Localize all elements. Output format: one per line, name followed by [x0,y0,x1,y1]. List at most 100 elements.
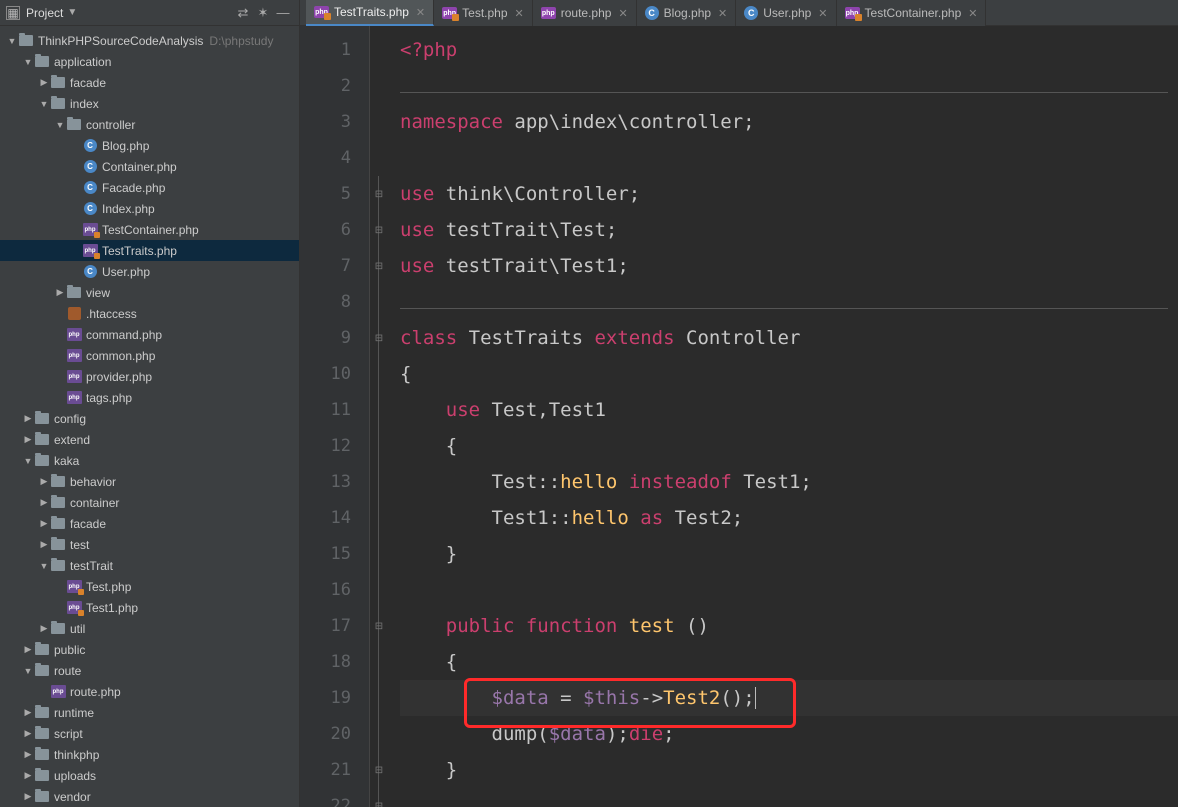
tree-item[interactable]: ▼kaka [0,450,299,471]
tree-item[interactable]: phpTestTraits.php [0,240,299,261]
fold-toggle-icon[interactable]: ⊟ [370,212,388,248]
tree-item[interactable]: CContainer.php [0,156,299,177]
tree-item[interactable]: ▶script [0,723,299,744]
tree-item[interactable]: phproute.php [0,681,299,702]
tree-item-label: vendor [54,790,91,804]
php-tag: <?php [400,39,457,61]
tree-item[interactable]: ▶extend [0,429,299,450]
tree-item[interactable]: CIndex.php [0,198,299,219]
project-tool-header[interactable]: ▦ Project ▼ ⇄ ✶ — [0,0,300,26]
tree-arrow-icon: ▶ [22,644,34,655]
tree-item[interactable]: ▼route [0,660,299,681]
tree-item-label: route.php [70,685,121,699]
tree-item[interactable]: phptags.php [0,387,299,408]
close-icon[interactable]: ✕ [718,7,727,20]
sliders-icon[interactable]: ⇄ [233,5,253,21]
tree-item[interactable]: ▶thinkphp [0,744,299,765]
editor-tab[interactable]: CBlog.php✕ [637,0,737,26]
tree-item-label: Test1.php [86,601,138,615]
tree-arrow-icon: ▶ [38,77,50,88]
chevron-down-icon: ▼ [67,7,77,18]
tree-arrow-icon: ▶ [22,707,34,718]
tree-item[interactable]: ▶facade [0,513,299,534]
fold-toggle-icon[interactable]: ⊟ [370,752,388,788]
tree-item[interactable]: ▼ThinkPHPSourceCodeAnalysisD:\phpstudy [0,30,299,51]
tree-item[interactable]: ▼testTrait [0,555,299,576]
tree-arrow-icon: ▶ [38,539,50,550]
tree-item[interactable]: ▶public [0,639,299,660]
gear-icon[interactable]: ✶ [253,5,273,21]
kw-use: use [400,255,434,277]
tree-item[interactable]: ▼application [0,51,299,72]
tree-item[interactable]: ▶facade [0,72,299,93]
fold-toggle-icon[interactable]: ⊟ [370,320,388,356]
editor-tab[interactable]: phpTestContainer.php✕ [837,0,987,26]
fold-toggle-icon[interactable]: ⊟ [370,788,388,807]
tree-item[interactable]: ▶ config [0,408,299,429]
editor-tab[interactable]: phpTest.php✕ [434,0,533,26]
tree-item[interactable]: ▼controller [0,114,299,135]
tree-item[interactable]: phpTest.php [0,576,299,597]
code-area[interactable]: <?php namespace app\index\controller; us… [388,26,1178,807]
tree-arrow-icon: ▶ [38,518,50,529]
method: hello [560,471,629,493]
tree-item[interactable]: ▶test [0,534,299,555]
php-class-icon: php [314,6,329,18]
tree-item[interactable]: CBlog.php [0,135,299,156]
tree-item[interactable]: ▼index [0,93,299,114]
fold-toggle-icon [370,356,388,392]
fold-toggle-icon [370,572,388,608]
close-icon[interactable]: ✕ [618,7,627,20]
tree-item[interactable]: ▶util [0,618,299,639]
trait-ref: Test [492,471,538,493]
php-class-icon: php [442,7,457,19]
editor-tab[interactable]: phpTestTraits.php✕ [306,0,434,26]
close-icon[interactable]: ✕ [968,7,977,20]
project-tree[interactable]: ▼ThinkPHPSourceCodeAnalysisD:\phpstudy▼a… [0,26,300,807]
tree-item[interactable]: ▶container [0,492,299,513]
tree-item[interactable]: ▶view [0,282,299,303]
tree-item[interactable]: .htaccess [0,303,299,324]
folder-icon [34,707,50,718]
tree-item-label: uploads [54,769,96,783]
tree-item[interactable]: ▶behavior [0,471,299,492]
tree-item[interactable]: ▶vendor [0,786,299,807]
line-gutter: 12345678910111213141516171819202122 [300,26,370,807]
tree-arrow-icon: ▶ [22,413,34,424]
fold-toggle-icon[interactable]: ⊟ [370,608,388,644]
folder-icon [50,497,66,508]
tree-item[interactable]: phpTestContainer.php [0,219,299,240]
close-icon[interactable]: ✕ [416,6,425,19]
tree-item[interactable]: phpTest1.php [0,597,299,618]
tree-item[interactable]: CUser.php [0,261,299,282]
fold-toggle-icon [370,428,388,464]
fold-toggle-icon[interactable]: ⊟ [370,248,388,284]
editor-tab[interactable]: CUser.php✕ [736,0,836,26]
code-editor[interactable]: 12345678910111213141516171819202122 ⊟⊟⊟⊟… [300,26,1178,807]
tree-item-label: .htaccess [86,307,137,321]
tree-arrow-icon: ▼ [38,561,50,571]
tree-item[interactable]: phpcommon.php [0,345,299,366]
fold-toggle-icon[interactable]: ⊟ [370,176,388,212]
tree-arrow-icon: ▶ [54,287,66,298]
php-class-file-icon: php [66,580,82,593]
parens: () [686,615,709,637]
line-number: 6 [300,212,369,248]
tree-item[interactable]: phpcommand.php [0,324,299,345]
tree-item[interactable]: CFacade.php [0,177,299,198]
editor-tab[interactable]: phproute.php✕ [533,0,637,26]
tree-item[interactable]: phpprovider.php [0,366,299,387]
tab-label: route.php [561,6,612,20]
project-label: Project [26,6,63,20]
tree-item-label: User.php [102,265,150,279]
close-icon[interactable]: ✕ [515,7,524,20]
tree-item[interactable]: ▶runtime [0,702,299,723]
tree-item[interactable]: ▶uploads [0,765,299,786]
fold-toggle-icon [370,536,388,572]
minimize-icon[interactable]: — [273,5,293,20]
close-icon[interactable]: ✕ [818,7,827,20]
tree-item-label: config [54,412,86,426]
tab-label: User.php [763,6,811,20]
folder-icon [34,770,50,781]
line-number: 12 [300,428,369,464]
